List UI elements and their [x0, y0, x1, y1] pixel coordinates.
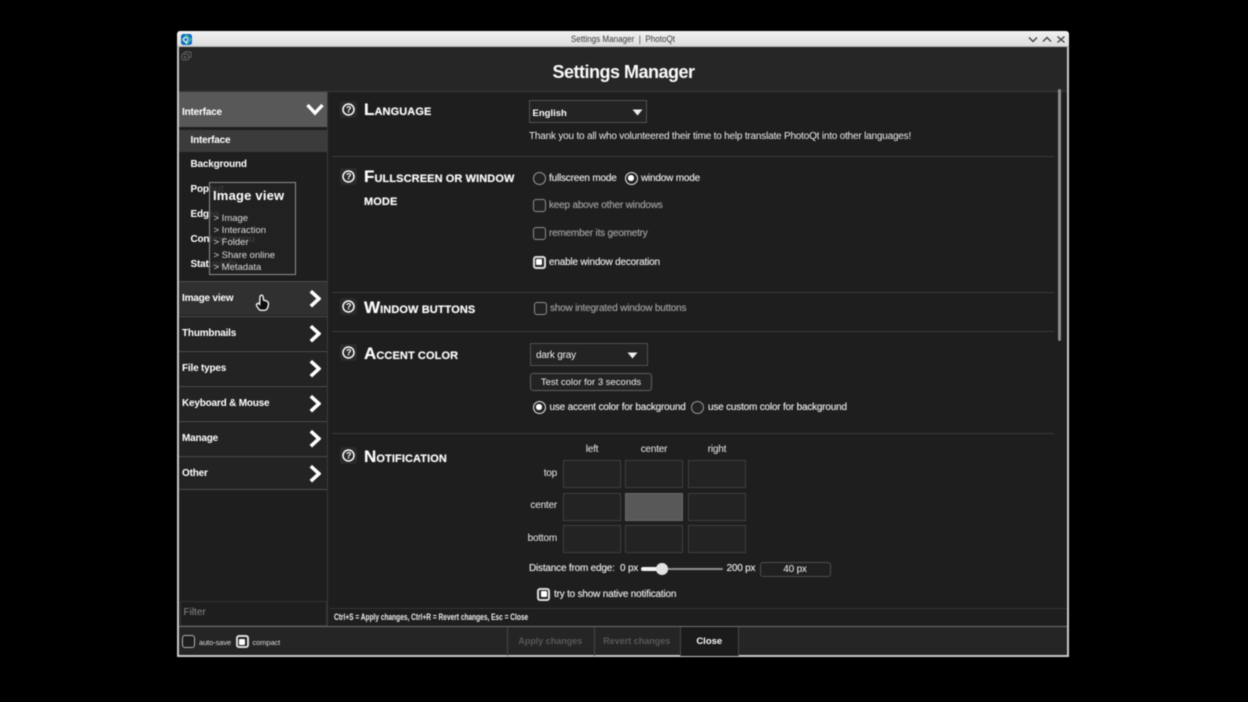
svg-text:?: ?	[346, 302, 352, 312]
svg-text:?: ?	[346, 451, 352, 461]
svg-text:?: ?	[346, 348, 352, 358]
svg-text:?: ?	[346, 105, 352, 115]
svg-text:?: ?	[346, 172, 352, 182]
svg-text:Q: Q	[183, 37, 189, 44]
